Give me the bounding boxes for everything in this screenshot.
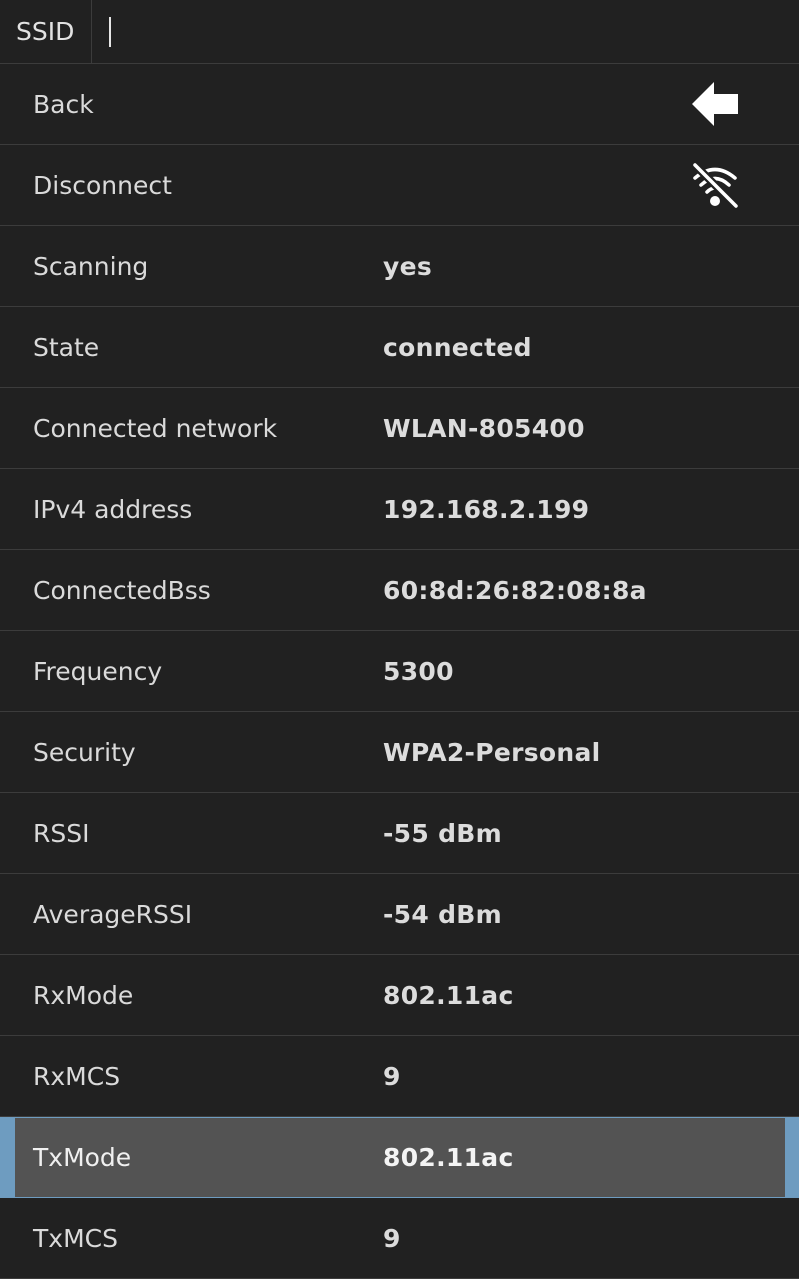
detail-label: Connected network	[33, 413, 278, 443]
text-caret	[109, 16, 112, 47]
detail-row-tx-mode[interactable]: TxMode 802.11ac	[0, 1117, 799, 1198]
detail-row-rx-mcs[interactable]: RxMCS 9	[0, 1036, 799, 1117]
detail-value: 5300	[383, 656, 454, 686]
detail-label: RSSI	[33, 818, 90, 848]
detail-label: State	[33, 332, 100, 362]
detail-label: Security	[33, 737, 136, 767]
detail-label: Scanning	[33, 251, 149, 281]
back-button[interactable]: Back	[0, 64, 799, 145]
detail-value: WPA2-Personal	[383, 737, 601, 767]
detail-value: 802.11ac	[383, 1143, 514, 1172]
detail-row-scanning[interactable]: Scanning yes	[0, 226, 799, 307]
detail-value: 9	[383, 1223, 401, 1253]
detail-value: yes	[383, 251, 433, 281]
detail-row-security[interactable]: Security WPA2-Personal	[0, 712, 799, 793]
detail-row-ipv4-address[interactable]: IPv4 address 192.168.2.199	[0, 469, 799, 550]
disconnect-button[interactable]: Disconnect	[0, 145, 799, 226]
detail-row-rx-mode[interactable]: RxMode 802.11ac	[0, 955, 799, 1036]
detail-value: 9	[383, 1061, 401, 1091]
detail-row-state[interactable]: State connected	[0, 307, 799, 388]
detail-label: TxMCS	[33, 1223, 118, 1253]
detail-label: RxMCS	[33, 1061, 121, 1091]
detail-label: Frequency	[33, 656, 163, 686]
detail-label: RxMode	[33, 980, 134, 1010]
detail-label: AverageRSSI	[33, 899, 193, 929]
disconnect-label: Disconnect	[33, 170, 172, 200]
detail-row-connected-bss[interactable]: ConnectedBss 60:8d:26:82:08:8a	[0, 550, 799, 631]
wifi-off-icon	[690, 160, 740, 210]
detail-value: 802.11ac	[383, 980, 514, 1010]
detail-label: IPv4 address	[33, 494, 193, 524]
back-label: Back	[33, 89, 94, 119]
detail-value: 60:8d:26:82:08:8a	[383, 575, 647, 605]
detail-row-tx-mcs[interactable]: TxMCS 9	[0, 1198, 799, 1279]
detail-value: connected	[383, 332, 532, 362]
detail-row-frequency[interactable]: Frequency 5300	[0, 631, 799, 712]
detail-label: TxMode	[33, 1143, 132, 1172]
detail-value: WLAN-805400	[383, 413, 585, 443]
detail-row-rssi[interactable]: RSSI -55 dBm	[0, 793, 799, 874]
detail-value: -55 dBm	[383, 818, 502, 848]
ssid-bar: SSID	[0, 0, 799, 64]
ssid-label: SSID	[0, 0, 93, 63]
ssid-input[interactable]	[92, 0, 799, 63]
detail-row-average-rssi[interactable]: AverageRSSI -54 dBm	[0, 874, 799, 955]
arrow-left-icon	[690, 79, 740, 129]
detail-value: -54 dBm	[383, 899, 502, 929]
detail-label: ConnectedBss	[33, 575, 211, 605]
detail-value: 192.168.2.199	[383, 494, 590, 524]
detail-row-connected-network[interactable]: Connected network WLAN-805400	[0, 388, 799, 469]
